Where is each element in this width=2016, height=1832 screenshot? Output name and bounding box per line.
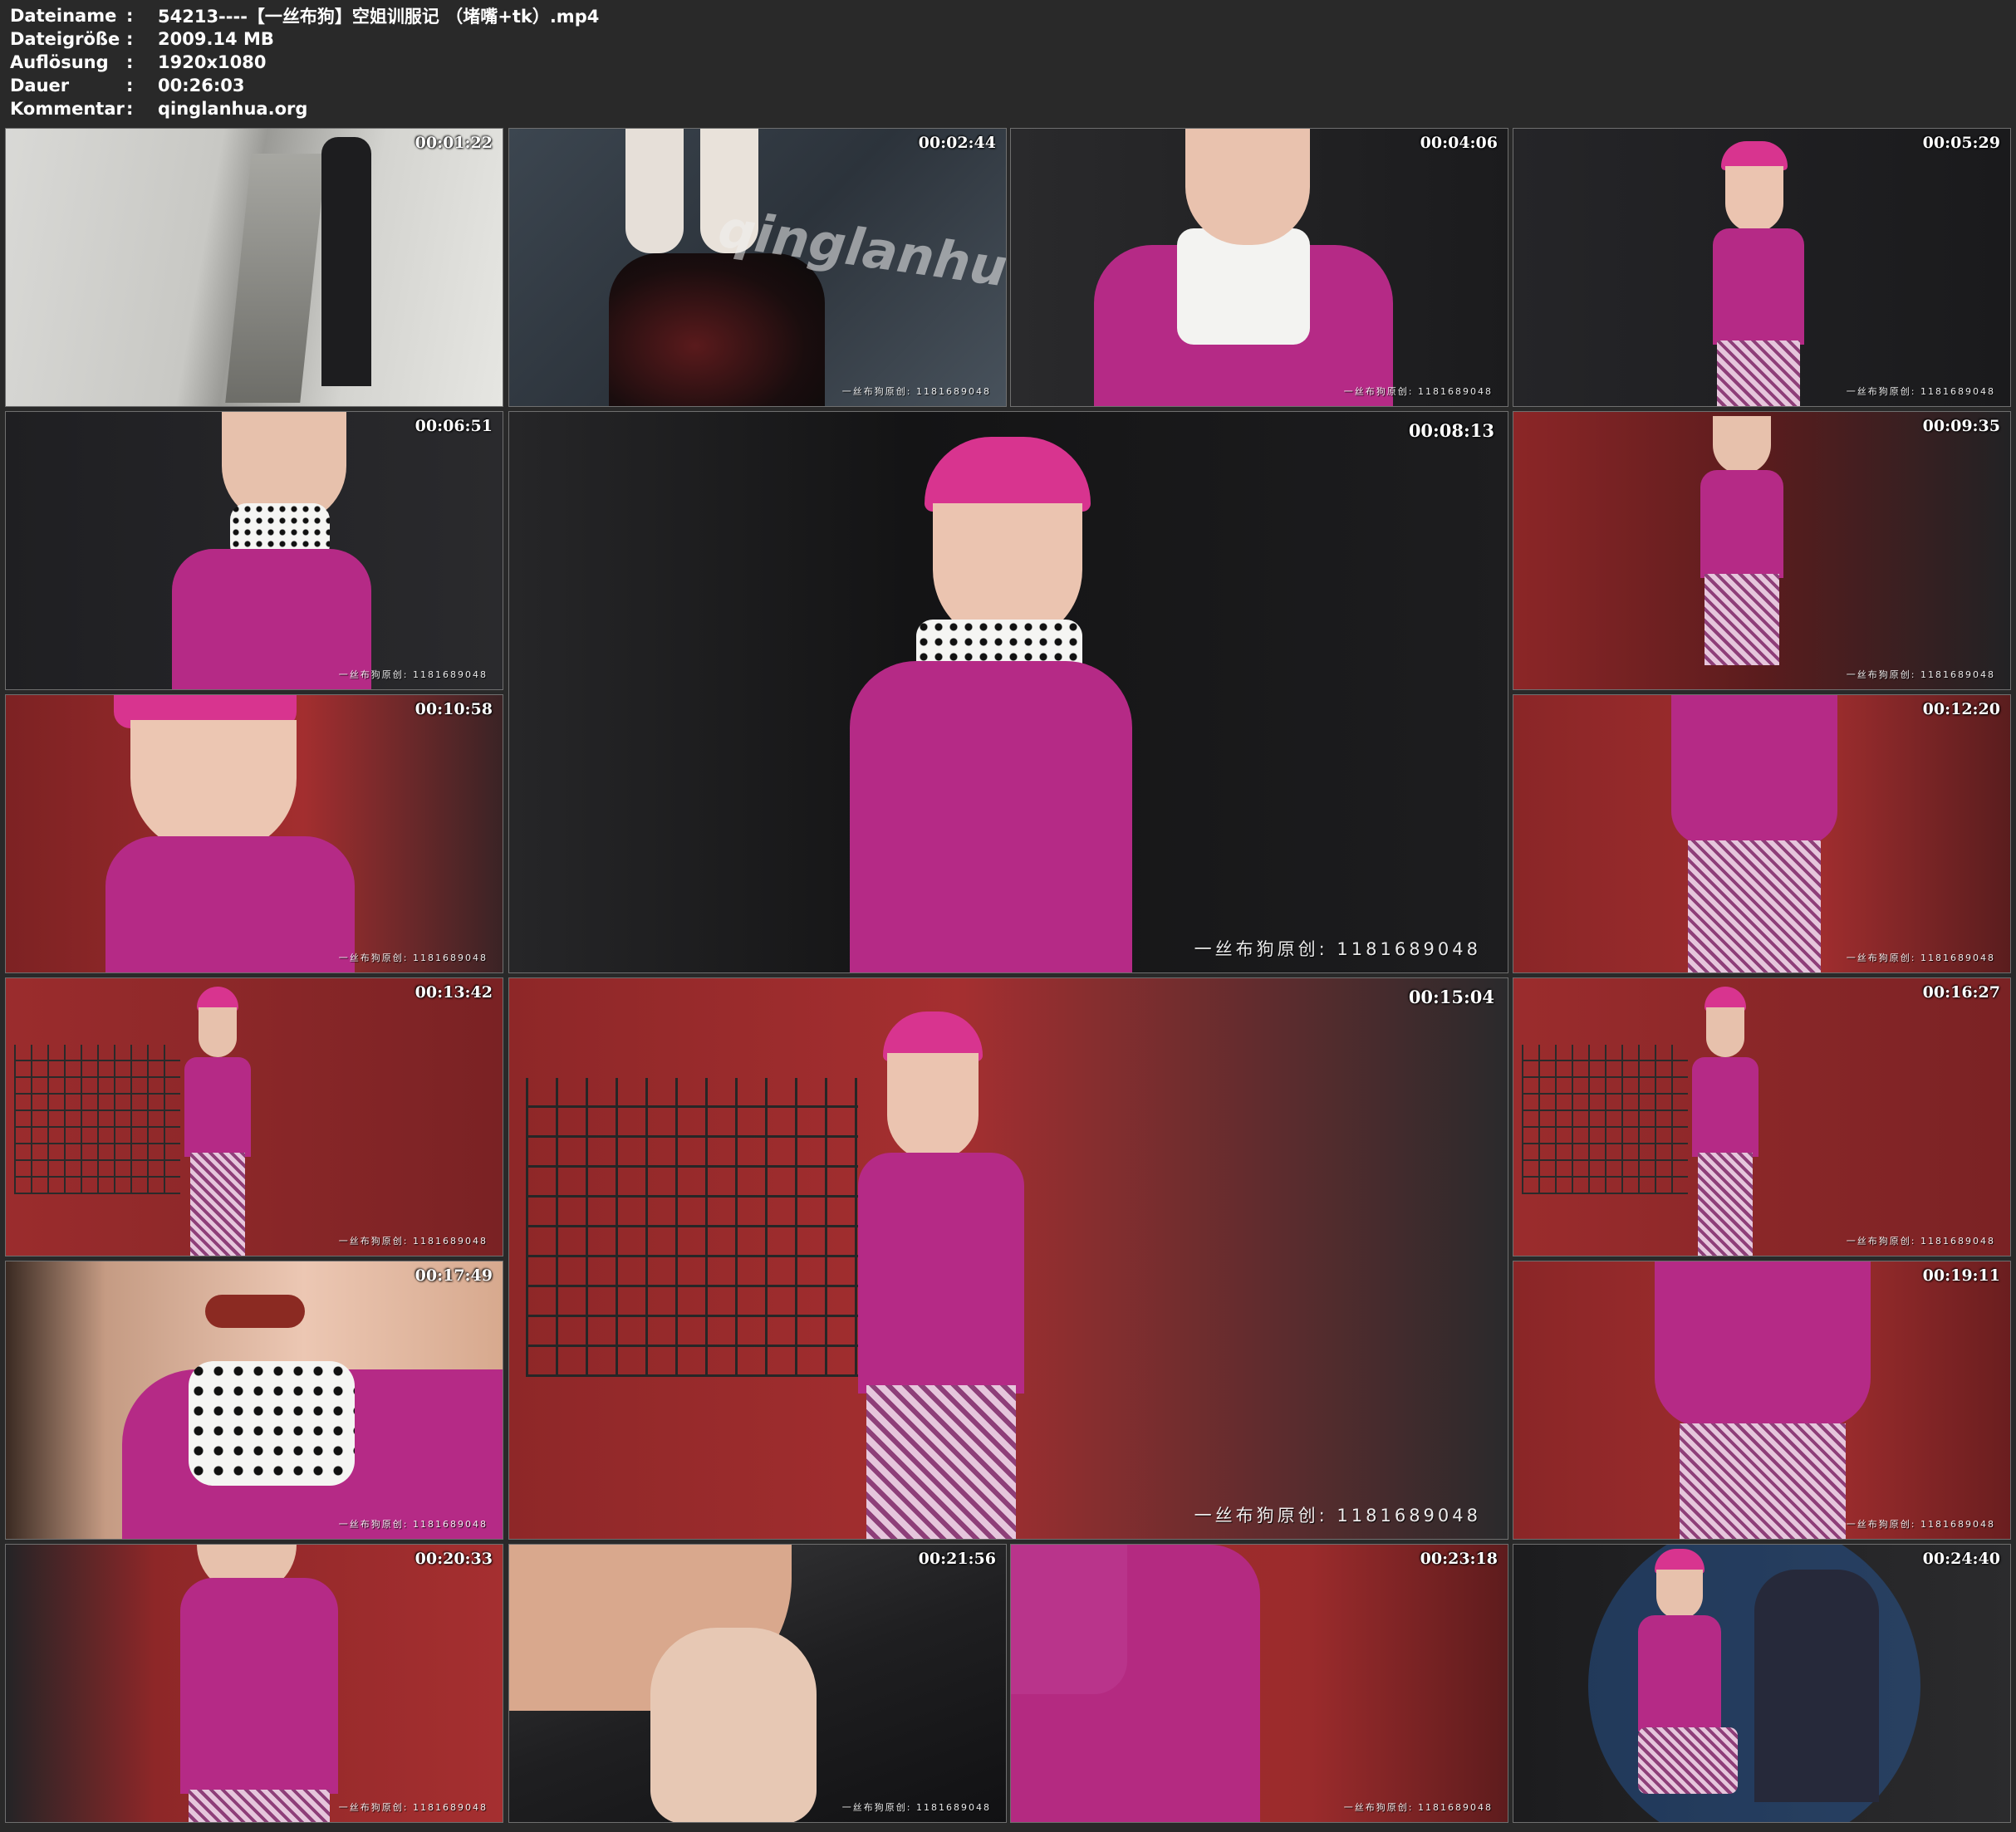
video-thumbnail[interactable]: 00:21:56 一丝布狗原创: 1181689048: [508, 1544, 1007, 1823]
caption-watermark: 一丝布狗原创: 1181689048: [338, 953, 488, 963]
timestamp: 00:16:27: [1922, 983, 2000, 1002]
timestamp: 00:21:56: [918, 1550, 996, 1568]
caption-watermark: 一丝布狗原创: 1181689048: [841, 1802, 991, 1813]
timestamp: 00:01:22: [414, 134, 493, 152]
timestamp: 00:05:29: [1922, 134, 2000, 152]
video-thumbnail[interactable]: 00:04:06 一丝布狗原创: 1181689048: [1010, 128, 1508, 407]
caption-watermark: 一丝布狗原创: 1181689048: [338, 669, 488, 680]
caption-watermark: 一丝布狗原创: 1181689048: [1846, 669, 1995, 680]
video-thumbnail[interactable]: 00:15:04 一丝布狗原创: 1181689048: [508, 977, 1508, 1540]
caption-watermark: 一丝布狗原创: 1181689048: [1343, 386, 1493, 397]
caption-watermark: 一丝布狗原创: 1181689048: [338, 1519, 488, 1530]
caption-watermark: 一丝布狗原创: 1181689048: [1846, 1519, 1995, 1530]
timestamp: 00:06:51: [414, 417, 493, 435]
timestamp: 00:02:44: [918, 134, 996, 152]
timestamp: 00:23:18: [1420, 1550, 1498, 1568]
caption-watermark: 一丝布狗原创: 1181689048: [338, 1236, 488, 1247]
video-thumbnail[interactable]: 00:10:58 一丝布狗原创: 1181689048: [5, 694, 503, 973]
timestamp: 00:24:40: [1922, 1550, 2000, 1568]
video-thumbnail[interactable]: 00:17:49 一丝布狗原创: 1181689048: [5, 1261, 503, 1540]
caption-watermark: 一丝布狗原创: 1181689048: [1194, 939, 1481, 959]
video-thumbnail[interactable]: 00:05:29 一丝布狗原创: 1181689048: [1513, 128, 2011, 407]
caption-watermark: 一丝布狗原创: 1181689048: [338, 1802, 488, 1813]
video-thumbnail[interactable]: 00:01:22: [5, 128, 503, 407]
video-thumbnail[interactable]: 00:09:35 一丝布狗原创: 1181689048: [1513, 411, 2011, 690]
timestamp: 00:19:11: [1922, 1266, 2000, 1285]
video-thumbnail[interactable]: 00:19:11 一丝布狗原创: 1181689048: [1513, 1261, 2011, 1540]
caption-watermark: 一丝布狗原创: 1181689048: [1846, 386, 1995, 397]
video-thumbnail[interactable]: 00:20:33 一丝布狗原创: 1181689048: [5, 1544, 503, 1823]
timestamp: 00:15:04: [1408, 987, 1494, 1007]
video-thumbnail[interactable]: 00:23:18 一丝布狗原创: 1181689048: [1010, 1544, 1508, 1823]
timestamp: 00:17:49: [414, 1266, 493, 1285]
caption-watermark: 一丝布狗原创: 1181689048: [1846, 953, 1995, 963]
timestamp: 00:13:42: [414, 983, 493, 1002]
thumbnail-grid: 00:01:22 qinglanhua.net 00:02:44 一丝布狗原创:…: [0, 0, 2016, 1832]
timestamp: 00:04:06: [1420, 134, 1498, 152]
video-thumbnail[interactable]: qinglanhua.net 00:02:44 一丝布狗原创: 11816890…: [508, 128, 1007, 407]
video-thumbnail[interactable]: 00:12:20 一丝布狗原创: 1181689048: [1513, 694, 2011, 973]
video-thumbnail[interactable]: 00:16:27 一丝布狗原创: 1181689048: [1513, 977, 2011, 1256]
timestamp: 00:20:33: [414, 1550, 493, 1568]
timestamp: 00:12:20: [1922, 700, 2000, 718]
video-thumbnail[interactable]: 00:08:13 一丝布狗原创: 1181689048: [508, 411, 1508, 973]
timestamp: 00:09:35: [1922, 417, 2000, 435]
video-thumbnail[interactable]: 00:24:40: [1513, 1544, 2011, 1823]
video-thumbnail[interactable]: 00:06:51 一丝布狗原创: 1181689048: [5, 411, 503, 690]
timestamp: 00:10:58: [414, 700, 493, 718]
caption-watermark: 一丝布狗原创: 1181689048: [1343, 1802, 1493, 1813]
caption-watermark: 一丝布狗原创: 1181689048: [841, 386, 991, 397]
timestamp: 00:08:13: [1408, 420, 1494, 441]
caption-watermark: 一丝布狗原创: 1181689048: [1846, 1236, 1995, 1247]
caption-watermark: 一丝布狗原创: 1181689048: [1194, 1506, 1481, 1526]
video-thumbnail[interactable]: 00:13:42 一丝布狗原创: 1181689048: [5, 977, 503, 1256]
